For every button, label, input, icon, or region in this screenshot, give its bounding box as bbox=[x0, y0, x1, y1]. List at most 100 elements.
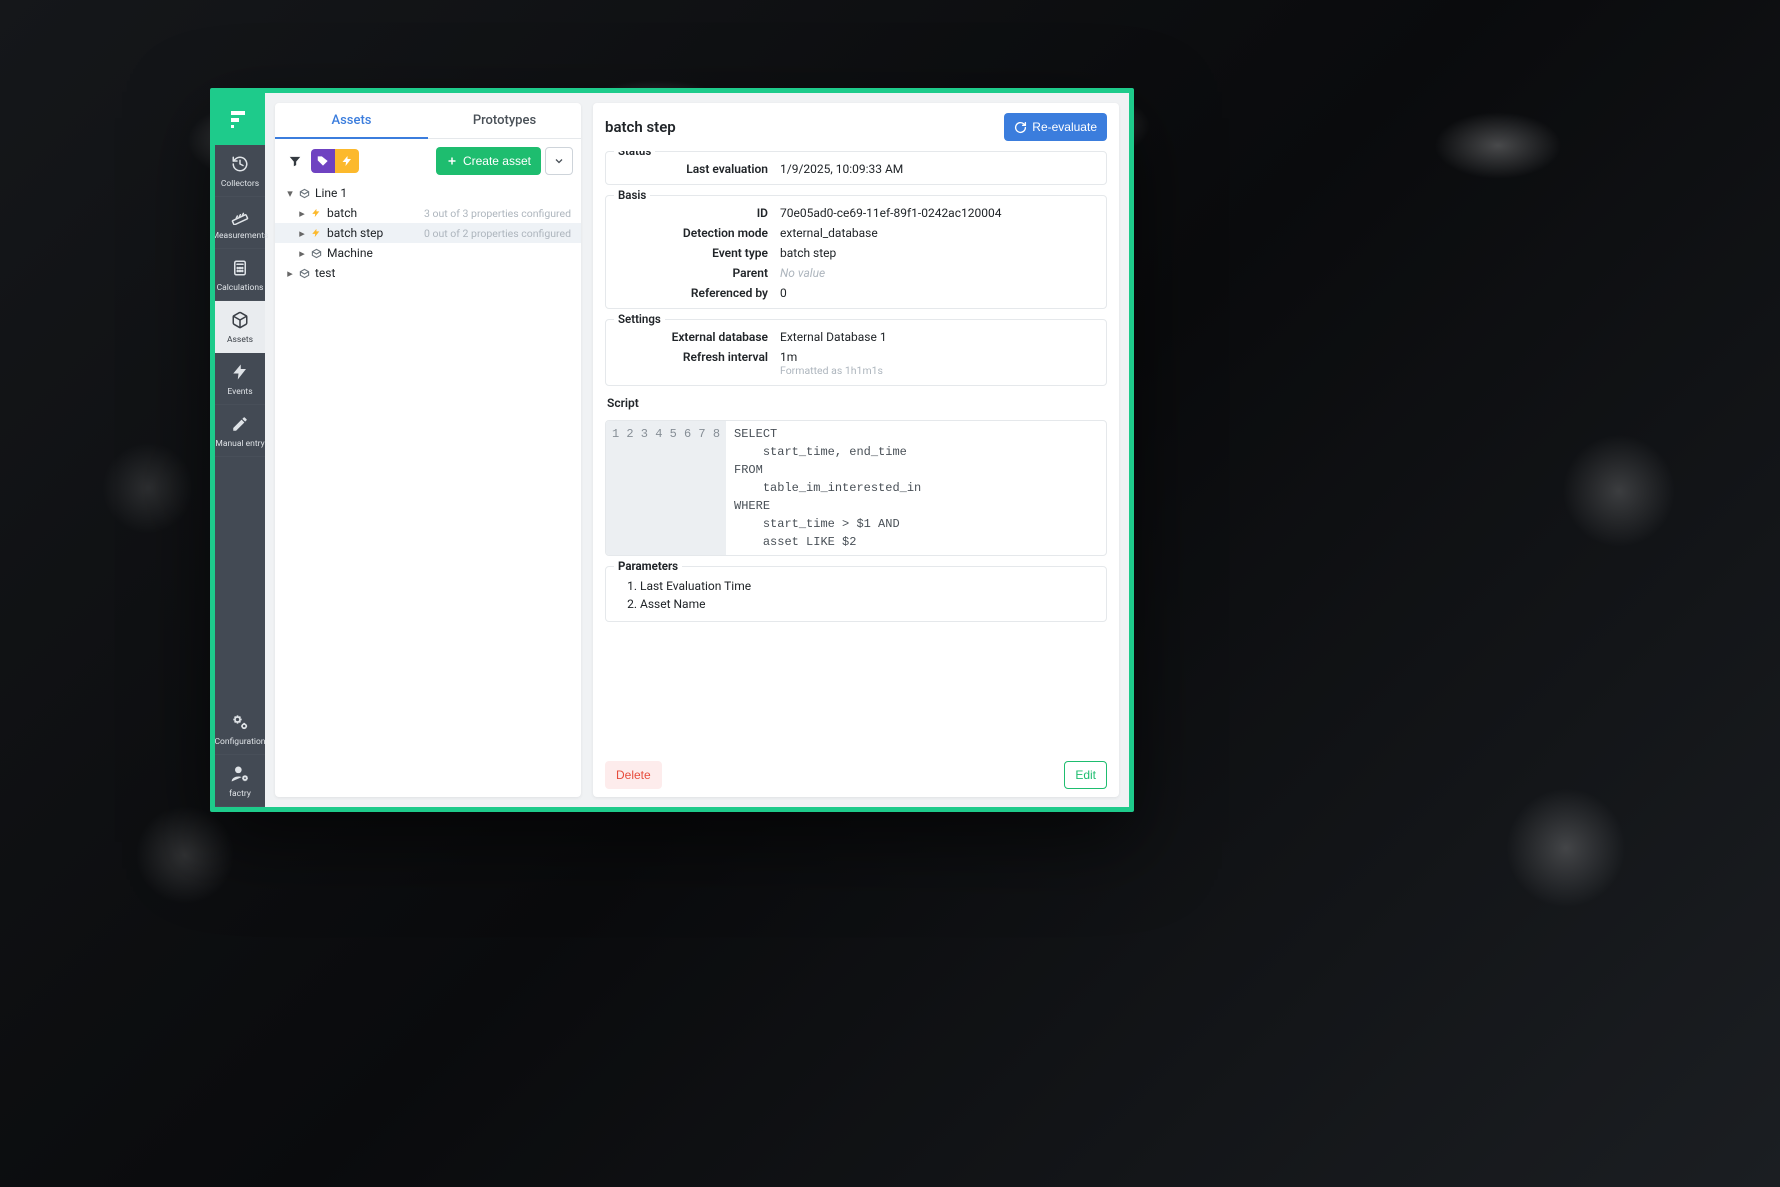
app-window: Collectors Measurements Calculations Ass… bbox=[210, 88, 1134, 812]
nav-label: Events bbox=[227, 387, 252, 397]
kv-parent: Parent No value bbox=[618, 266, 1094, 280]
detail-body: Status Last evaluation 1/9/2025, 10:09:3… bbox=[593, 151, 1119, 753]
refresh-icon bbox=[1014, 121, 1027, 134]
nav-label: Measurements bbox=[212, 231, 269, 241]
chevron-down-icon bbox=[553, 155, 565, 167]
nav-manual-entry[interactable]: Manual entry bbox=[215, 405, 265, 457]
section-basis: Basis ID 70e05ad0-ce69-11ef-89f1-0242ac1… bbox=[605, 195, 1107, 309]
assets-panel: Assets Prototypes bbox=[275, 103, 581, 797]
ruler-icon bbox=[229, 205, 251, 227]
nav-measurements[interactable]: Measurements bbox=[215, 197, 265, 249]
kv-value: 1/9/2025, 10:09:33 AM bbox=[780, 162, 1094, 176]
parameter-item: Last Evaluation Time bbox=[640, 579, 1090, 593]
tree-label: test bbox=[315, 266, 571, 280]
type-filter-group bbox=[311, 149, 359, 173]
tree-label: Line 1 bbox=[315, 186, 571, 200]
nav-label: Assets bbox=[227, 335, 253, 345]
section-parameters: Parameters Last Evaluation TimeAsset Nam… bbox=[605, 566, 1107, 622]
button-label: Create asset bbox=[463, 154, 531, 168]
kv-key: Last evaluation bbox=[618, 162, 768, 176]
gears-icon bbox=[229, 711, 251, 733]
nav-events[interactable]: Events bbox=[215, 353, 265, 405]
asset-tree: ▾ Line 1 ▸ batch 3 out of 3 properties c… bbox=[275, 183, 581, 289]
script-label: Script bbox=[605, 396, 1107, 410]
bolt-icon bbox=[309, 228, 323, 238]
button-label: Re-evaluate bbox=[1032, 120, 1097, 134]
caret-right-icon: ▸ bbox=[295, 227, 309, 240]
kv-key: External database bbox=[618, 330, 768, 344]
delete-button[interactable]: Delete bbox=[605, 761, 662, 789]
kv-key: Parent bbox=[618, 266, 768, 280]
desktop-background: Collectors Measurements Calculations Ass… bbox=[0, 0, 1780, 1187]
kv-refresh-interval: Refresh interval 1m Formatted as 1h1m1s bbox=[618, 350, 1094, 377]
create-asset-dropdown[interactable] bbox=[545, 147, 573, 175]
tree-meta: 0 out of 2 properties configured bbox=[424, 227, 571, 240]
asset-icon bbox=[297, 268, 311, 279]
kv-value: External Database 1 bbox=[780, 330, 1094, 344]
edit-button[interactable]: Edit bbox=[1064, 761, 1107, 789]
app-logo bbox=[215, 93, 265, 145]
nav-assets[interactable]: Assets bbox=[215, 301, 265, 353]
nav-label: Collectors bbox=[221, 179, 259, 189]
code-gutter: 1 2 3 4 5 6 7 8 bbox=[606, 421, 726, 555]
nav-calculations[interactable]: Calculations bbox=[215, 249, 265, 301]
bolt-icon bbox=[229, 361, 251, 383]
kv-value: external_database bbox=[780, 226, 1094, 240]
kv-external-database: External database External Database 1 bbox=[618, 330, 1094, 344]
kv-value: No value bbox=[780, 266, 1094, 280]
detail-header: batch step Re-evaluate bbox=[593, 103, 1119, 151]
tabs: Assets Prototypes bbox=[275, 103, 581, 139]
filter-button[interactable] bbox=[283, 149, 307, 173]
nav-user[interactable]: factry bbox=[215, 755, 265, 807]
caret-right-icon: ▸ bbox=[295, 247, 309, 260]
plus-icon bbox=[446, 155, 458, 167]
kv-referenced-by: Referenced by 0 bbox=[618, 286, 1094, 300]
caret-right-icon: ▸ bbox=[283, 267, 297, 280]
parameter-item: Asset Name bbox=[640, 597, 1090, 611]
script-editor[interactable]: 1 2 3 4 5 6 7 8 SELECT start_time, end_t… bbox=[605, 420, 1107, 556]
create-asset-button[interactable]: Create asset bbox=[436, 147, 541, 175]
tree-label: batch step bbox=[327, 226, 424, 240]
filter-row: Create asset bbox=[275, 139, 581, 183]
box-icon bbox=[229, 309, 251, 331]
tree-node-test[interactable]: ▸ test bbox=[275, 263, 581, 283]
nav-label: Calculations bbox=[217, 283, 264, 293]
kv-key: Detection mode bbox=[618, 226, 768, 240]
kv-last-evaluation: Last evaluation 1/9/2025, 10:09:33 AM bbox=[618, 162, 1094, 176]
section-header: Settings bbox=[614, 312, 665, 326]
type-filter-tag[interactable] bbox=[311, 149, 335, 173]
tab-prototypes[interactable]: Prototypes bbox=[428, 103, 581, 139]
reevaluate-button[interactable]: Re-evaluate bbox=[1004, 113, 1107, 141]
tree-node-batch-step[interactable]: ▸ batch step 0 out of 2 properties confi… bbox=[275, 223, 581, 243]
filter-icon bbox=[288, 154, 302, 168]
asset-icon bbox=[297, 188, 311, 199]
detail-panel: batch step Re-evaluate Status Last evalu… bbox=[593, 103, 1119, 797]
tree-node-line1[interactable]: ▾ Line 1 bbox=[275, 183, 581, 203]
tree-node-machine[interactable]: ▸ Machine bbox=[275, 243, 581, 263]
content-area: Assets Prototypes bbox=[265, 93, 1129, 807]
section-header: Status bbox=[614, 151, 655, 158]
bolt-icon bbox=[341, 155, 353, 167]
parameter-list: Last Evaluation Time Asset Name bbox=[622, 579, 1090, 611]
detail-title: batch step bbox=[605, 118, 676, 136]
bolt-icon bbox=[309, 208, 323, 218]
sidebar: Collectors Measurements Calculations Ass… bbox=[215, 93, 265, 807]
pencil-icon bbox=[229, 413, 251, 435]
kv-value: 70e05ad0-ce69-11ef-89f1-0242ac120004 bbox=[780, 206, 1094, 220]
tree-meta: 3 out of 3 properties configured bbox=[424, 207, 571, 220]
nav-configuration[interactable]: Configuration bbox=[215, 703, 265, 755]
kv-key: Event type bbox=[618, 246, 768, 260]
section-header: Parameters bbox=[614, 559, 682, 573]
kv-detection-mode: Detection mode external_database bbox=[618, 226, 1094, 240]
nav-label: factry bbox=[229, 789, 251, 799]
section-status: Status Last evaluation 1/9/2025, 10:09:3… bbox=[605, 151, 1107, 185]
nav-collectors[interactable]: Collectors bbox=[215, 145, 265, 197]
kv-key: ID bbox=[618, 206, 768, 220]
asset-icon bbox=[309, 248, 323, 259]
kv-value: 0 bbox=[780, 286, 1094, 300]
tree-node-batch[interactable]: ▸ batch 3 out of 3 properties configured bbox=[275, 203, 581, 223]
type-filter-bolt[interactable] bbox=[335, 149, 359, 173]
kv-value: batch step bbox=[780, 246, 1094, 260]
tab-assets[interactable]: Assets bbox=[275, 103, 428, 139]
kv-value: 1m Formatted as 1h1m1s bbox=[780, 350, 1094, 377]
